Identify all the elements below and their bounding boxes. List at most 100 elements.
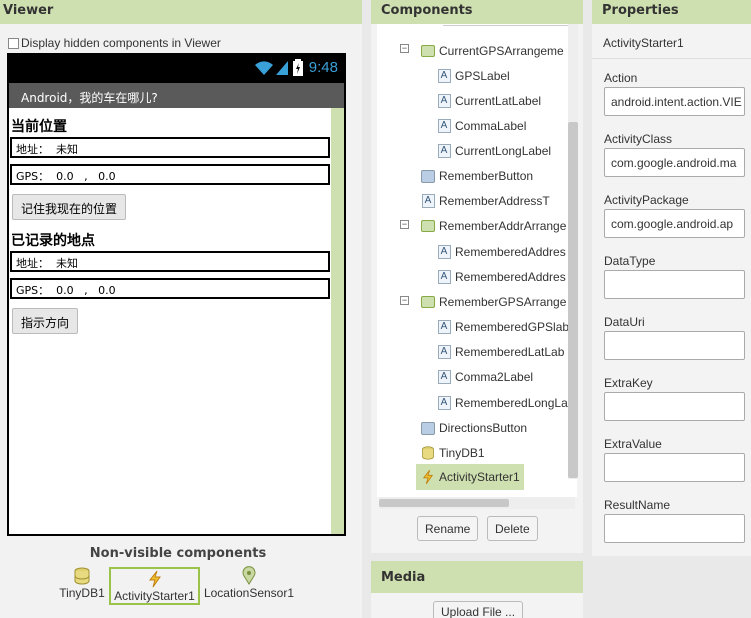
tree-item-label: RememberedLatLab (455, 345, 565, 359)
label-icon: A (437, 396, 451, 410)
tree-item-label: ActivityStarter1 (439, 470, 520, 484)
remember-location-button[interactable]: 记住我现在的位置 (12, 194, 127, 220)
property-input-extravalue[interactable] (604, 453, 745, 482)
property-input-resultname[interactable] (604, 514, 745, 543)
tree-item-rememberaddrarrangement[interactable]: RememberAddrArrange (421, 215, 566, 237)
property-label-resultname: ResultName (604, 498, 671, 512)
current-address-field[interactable]: 地址： 未知 (10, 137, 330, 158)
current-location-label[interactable]: 当前位置 (11, 116, 67, 136)
tree-item-gpslabel[interactable]: A GPSLabel (437, 65, 510, 87)
property-label-activitypackage: ActivityPackage (604, 193, 689, 207)
media-title: Media (371, 561, 583, 593)
property-input-activityclass[interactable]: com.google.android.ma (604, 148, 745, 177)
scroll-thumb[interactable] (568, 122, 578, 478)
saved-gps-field[interactable]: GPS： 0.0 , 0.0 (10, 278, 330, 299)
tree-item-label: CurrentLongLabel (455, 144, 552, 158)
tree-item-currentlonglabel[interactable]: A CurrentLongLabel (437, 140, 551, 162)
label-icon: A (437, 94, 451, 108)
tree-item-rememberedlatlabel[interactable]: A RememberedLatLab (437, 341, 564, 363)
app-screen: 当前位置 地址： 未知 GPS： 0.0 , 0.0 记住我现在的位置 已记录的… (9, 108, 344, 534)
divider (592, 58, 751, 59)
property-input-extrakey[interactable] (604, 392, 745, 421)
viewer-title: Viewer (0, 0, 362, 24)
components-tree[interactable]: − CurrentGPSArrangeme A GPSLabel A Curre… (377, 24, 577, 497)
display-hidden-checkbox[interactable] (8, 37, 19, 49)
collapse-toggle[interactable]: − (400, 296, 409, 305)
tree-item-comma2label[interactable]: A Comma2Label (437, 366, 533, 388)
selected-component-name: ActivityStarter1 (603, 36, 684, 50)
tree-item-directionsbutton[interactable]: DirectionsButton (421, 417, 527, 439)
label-icon: A (437, 144, 451, 158)
tree-item-rememberedgpslabel[interactable]: A RememberedGPSlab (437, 316, 569, 338)
tree-item-label: RememberedLongLa (455, 396, 568, 410)
tree-item-label: TinyDB1 (439, 446, 485, 460)
display-hidden-row[interactable]: Display hidden components in Viewer (8, 36, 221, 50)
database-icon (74, 567, 90, 585)
tree-item-label: CurrentLatLabel (455, 94, 542, 108)
property-input-action[interactable]: android.intent.action.VIE (604, 87, 745, 116)
tree-item-activitystarter1[interactable]: ActivityStarter1 (416, 464, 524, 490)
label-icon: A (437, 345, 451, 359)
database-icon (422, 446, 434, 460)
tree-item-currentgpsarrangement[interactable]: CurrentGPSArrangeme (421, 40, 564, 62)
property-input-activitypackage[interactable]: com.google.android.ap (604, 209, 745, 238)
tree-item-label: RememberedAddres (455, 245, 566, 259)
components-panel: Components − CurrentGPSArrangeme A GPSLa… (371, 0, 583, 553)
current-gps-field[interactable]: GPS： 0.0 , 0.0 (10, 164, 330, 185)
phone-preview: 9:48 Android，我的车在哪儿? 当前位置 地址： 未知 GPS： 0.… (7, 53, 346, 536)
media-panel: Media Upload File ... (371, 561, 583, 618)
tree-item-commalabel[interactable]: A CommaLabel (437, 115, 526, 137)
directions-button[interactable]: 指示方向 (12, 308, 79, 334)
delete-button[interactable]: Delete (487, 516, 538, 541)
wifi-icon (254, 60, 273, 75)
tree-item-rememberedaddress[interactable]: A RememberedAddres (437, 241, 566, 263)
nonvisible-tinydb[interactable]: TinyDB1 (58, 566, 106, 600)
tree-item-remembergpsarrangement[interactable]: RememberGPSArrange (421, 291, 566, 313)
label-icon: A (437, 69, 451, 83)
nonvisible-label: TinyDB1 (59, 586, 105, 600)
label-icon: A (437, 119, 451, 133)
tree-item-rememberbutton[interactable]: RememberButton (421, 165, 533, 187)
tree-item-label: RememberAddressT (439, 194, 550, 208)
display-hidden-label: Display hidden components in Viewer (21, 36, 221, 50)
saved-location-label[interactable]: 已记录的地点 (11, 230, 95, 250)
tree-vertical-scrollbar[interactable] (568, 24, 578, 479)
tree-item-tinydb1[interactable]: TinyDB1 (421, 442, 485, 464)
tree-item-label: RememberAddrArrange (439, 219, 567, 233)
collapse-toggle[interactable]: − (400, 44, 409, 53)
button-icon (421, 169, 435, 183)
tree-item-currentlatlabel[interactable]: A CurrentLatLabel (437, 90, 541, 112)
property-label-extravalue: ExtraValue (604, 437, 662, 451)
tree-item-label: Comma2Label (455, 370, 534, 384)
property-input-datauri[interactable] (604, 331, 745, 360)
screen-scrollbar[interactable] (331, 108, 344, 534)
battery-icon (292, 59, 303, 76)
tree-item-label: RememberButton (439, 169, 534, 183)
tree-item-rememberedaddress-2[interactable]: A RememberedAddres (437, 266, 566, 288)
collapse-toggle[interactable]: − (400, 220, 409, 229)
tree-row-cutoff (443, 24, 577, 26)
arrangement-icon (421, 45, 435, 57)
arrangement-icon (421, 296, 435, 308)
nonvisible-activitystarter[interactable]: ActivityStarter1 (109, 567, 200, 605)
tree-horizontal-scrollbar[interactable] (379, 497, 575, 509)
tree-item-label: RememberedAddres (455, 270, 566, 284)
lightning-icon (422, 469, 434, 485)
label-icon: A (437, 270, 451, 284)
arrangement-icon (421, 220, 435, 232)
scroll-thumb[interactable] (379, 499, 509, 507)
property-input-datatype[interactable] (604, 270, 745, 299)
saved-address-field[interactable]: 地址： 未知 (10, 251, 330, 272)
upload-file-button[interactable]: Upload File ... (433, 601, 524, 618)
components-title: Components (371, 0, 583, 24)
tree-item-rememberaddresstitle[interactable]: A RememberAddressT (421, 190, 550, 212)
rename-button[interactable]: Rename (417, 516, 479, 541)
nonvisible-label: LocationSensor1 (203, 586, 295, 600)
tree-item-label: CurrentGPSArrangeme (439, 44, 564, 58)
property-label-datatype: DataType (604, 254, 656, 268)
tree-item-rememberedlonglabel[interactable]: A RememberedLongLa (437, 392, 568, 414)
nonvisible-locationsensor[interactable]: LocationSensor1 (203, 566, 295, 600)
signal-icon (275, 60, 288, 75)
tree-item-label: RememberGPSArrange (439, 295, 567, 309)
label-icon: A (437, 320, 451, 334)
